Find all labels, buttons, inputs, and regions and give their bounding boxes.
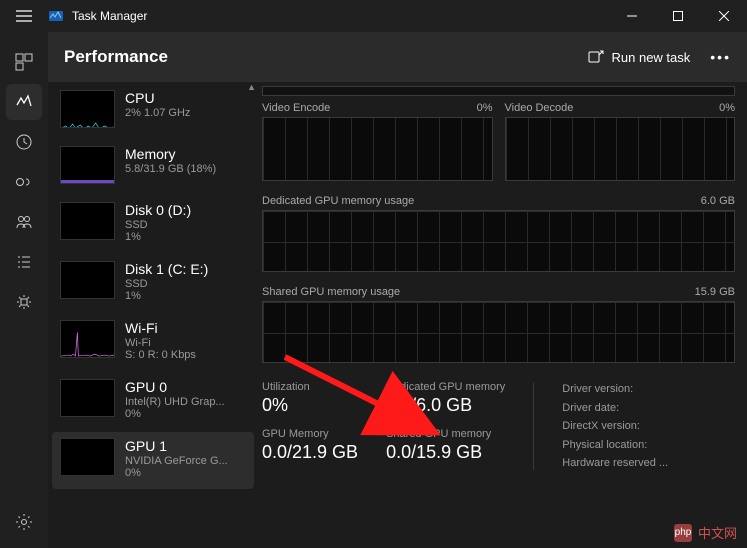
maximize-button[interactable] bbox=[655, 0, 701, 32]
app-icon bbox=[48, 8, 64, 24]
shared-usage-chart bbox=[262, 301, 735, 363]
gpu-memory-label: GPU Memory bbox=[262, 428, 358, 440]
sidebar-item-label: GPU 0 bbox=[125, 379, 225, 395]
sidebar-item-cpu[interactable]: CPU 2% 1.07 GHz bbox=[52, 84, 254, 138]
wifi-thumbnail-chart bbox=[60, 320, 115, 358]
location-label: Physical location: bbox=[562, 437, 668, 454]
nav-history-icon[interactable] bbox=[6, 124, 42, 160]
shared-usage-max: 15.9 GB bbox=[695, 286, 735, 298]
dedicated-mem-label: Dedicated GPU memory bbox=[386, 381, 505, 393]
watermark-logo-icon: php bbox=[674, 524, 692, 542]
more-options-button[interactable]: ••• bbox=[710, 49, 731, 65]
stats-divider bbox=[533, 383, 534, 470]
nav-details-icon[interactable] bbox=[6, 244, 42, 280]
nav-processes-icon[interactable] bbox=[6, 44, 42, 80]
directx-label: DirectX version: bbox=[562, 418, 668, 435]
cpu-thumbnail-chart bbox=[60, 90, 115, 128]
page-title: Performance bbox=[64, 47, 168, 67]
driver-date-label: Driver date: bbox=[562, 400, 668, 417]
close-button[interactable] bbox=[701, 0, 747, 32]
nav-startup-icon[interactable] bbox=[6, 164, 42, 200]
sidebar-item-label: Memory bbox=[125, 146, 216, 162]
utilization-label: Utilization bbox=[262, 381, 358, 393]
video-encode-label: Video Encode bbox=[262, 102, 330, 114]
run-new-task-button[interactable]: Run new task bbox=[588, 49, 691, 65]
nav-settings-icon[interactable] bbox=[6, 504, 42, 540]
sidebar-item-gpu0[interactable]: GPU 0 Intel(R) UHD Grap... 0% bbox=[52, 373, 254, 430]
gpu1-thumbnail-chart bbox=[60, 438, 115, 476]
window-title: Task Manager bbox=[72, 9, 147, 23]
sidebar-item-disk0[interactable]: Disk 0 (D:) SSD 1% bbox=[52, 196, 254, 253]
sidebar-item-wifi[interactable]: Wi-Fi Wi-Fi S: 0 R: 0 Kbps bbox=[52, 314, 254, 371]
dedicated-mem-value: 0.0/6.0 GB bbox=[386, 395, 505, 416]
hamburger-menu-button[interactable] bbox=[8, 0, 40, 32]
video-decode-label: Video Decode bbox=[505, 102, 574, 114]
utilization-value: 0% bbox=[262, 395, 358, 416]
video-encode-chart bbox=[262, 117, 493, 181]
run-task-icon bbox=[588, 49, 604, 65]
shared-usage-label: Shared GPU memory usage bbox=[262, 286, 400, 298]
sidebar-item-label: GPU 1 bbox=[125, 438, 228, 454]
dedicated-usage-label: Dedicated GPU memory usage bbox=[262, 195, 414, 207]
gpu-memory-value: 0.0/21.9 GB bbox=[262, 442, 358, 463]
sidebar-item-memory[interactable]: Memory 5.8/31.9 GB (18%) bbox=[52, 140, 254, 194]
watermark: php 中文网 bbox=[674, 523, 737, 542]
shared-mem-label: Shared GPU memory bbox=[386, 428, 505, 440]
details-panel: Video Encode 0% Video Decode 0% bbox=[258, 82, 747, 548]
gpu0-thumbnail-chart bbox=[60, 379, 115, 417]
nav-performance-icon[interactable] bbox=[6, 84, 42, 120]
sidebar-item-label: CPU bbox=[125, 90, 190, 106]
sidebar-item-label: Disk 1 (C: E:) bbox=[125, 261, 208, 277]
video-decode-chart bbox=[505, 117, 736, 181]
sidebar-item-disk1[interactable]: Disk 1 (C: E:) SSD 1% bbox=[52, 255, 254, 312]
nav-services-icon[interactable] bbox=[6, 284, 42, 320]
shared-mem-value: 0.0/15.9 GB bbox=[386, 442, 505, 463]
reserved-label: Hardware reserved ... bbox=[562, 455, 668, 472]
nav-users-icon[interactable] bbox=[6, 204, 42, 240]
dedicated-usage-chart bbox=[262, 210, 735, 272]
sidebar-item-label: Wi-Fi bbox=[125, 320, 196, 336]
video-encode-pct: 0% bbox=[477, 102, 493, 114]
sidebar-item-gpu1[interactable]: GPU 1 NVIDIA GeForce G... 0% bbox=[52, 432, 254, 489]
video-decode-pct: 0% bbox=[719, 102, 735, 114]
sidebar-item-label: Disk 0 (D:) bbox=[125, 202, 191, 218]
minimize-button[interactable] bbox=[609, 0, 655, 32]
performance-sidebar: ▲ CPU 2% 1.07 GHz Memory 5.8/31.9 GB bbox=[48, 82, 258, 548]
dedicated-usage-max: 6.0 GB bbox=[701, 195, 735, 207]
scroll-up-icon[interactable]: ▲ bbox=[247, 82, 256, 92]
disk0-thumbnail-chart bbox=[60, 202, 115, 240]
disk1-thumbnail-chart bbox=[60, 261, 115, 299]
top-chart-fragment bbox=[262, 86, 735, 96]
driver-version-label: Driver version: bbox=[562, 381, 668, 398]
memory-thumbnail-chart bbox=[60, 146, 115, 184]
